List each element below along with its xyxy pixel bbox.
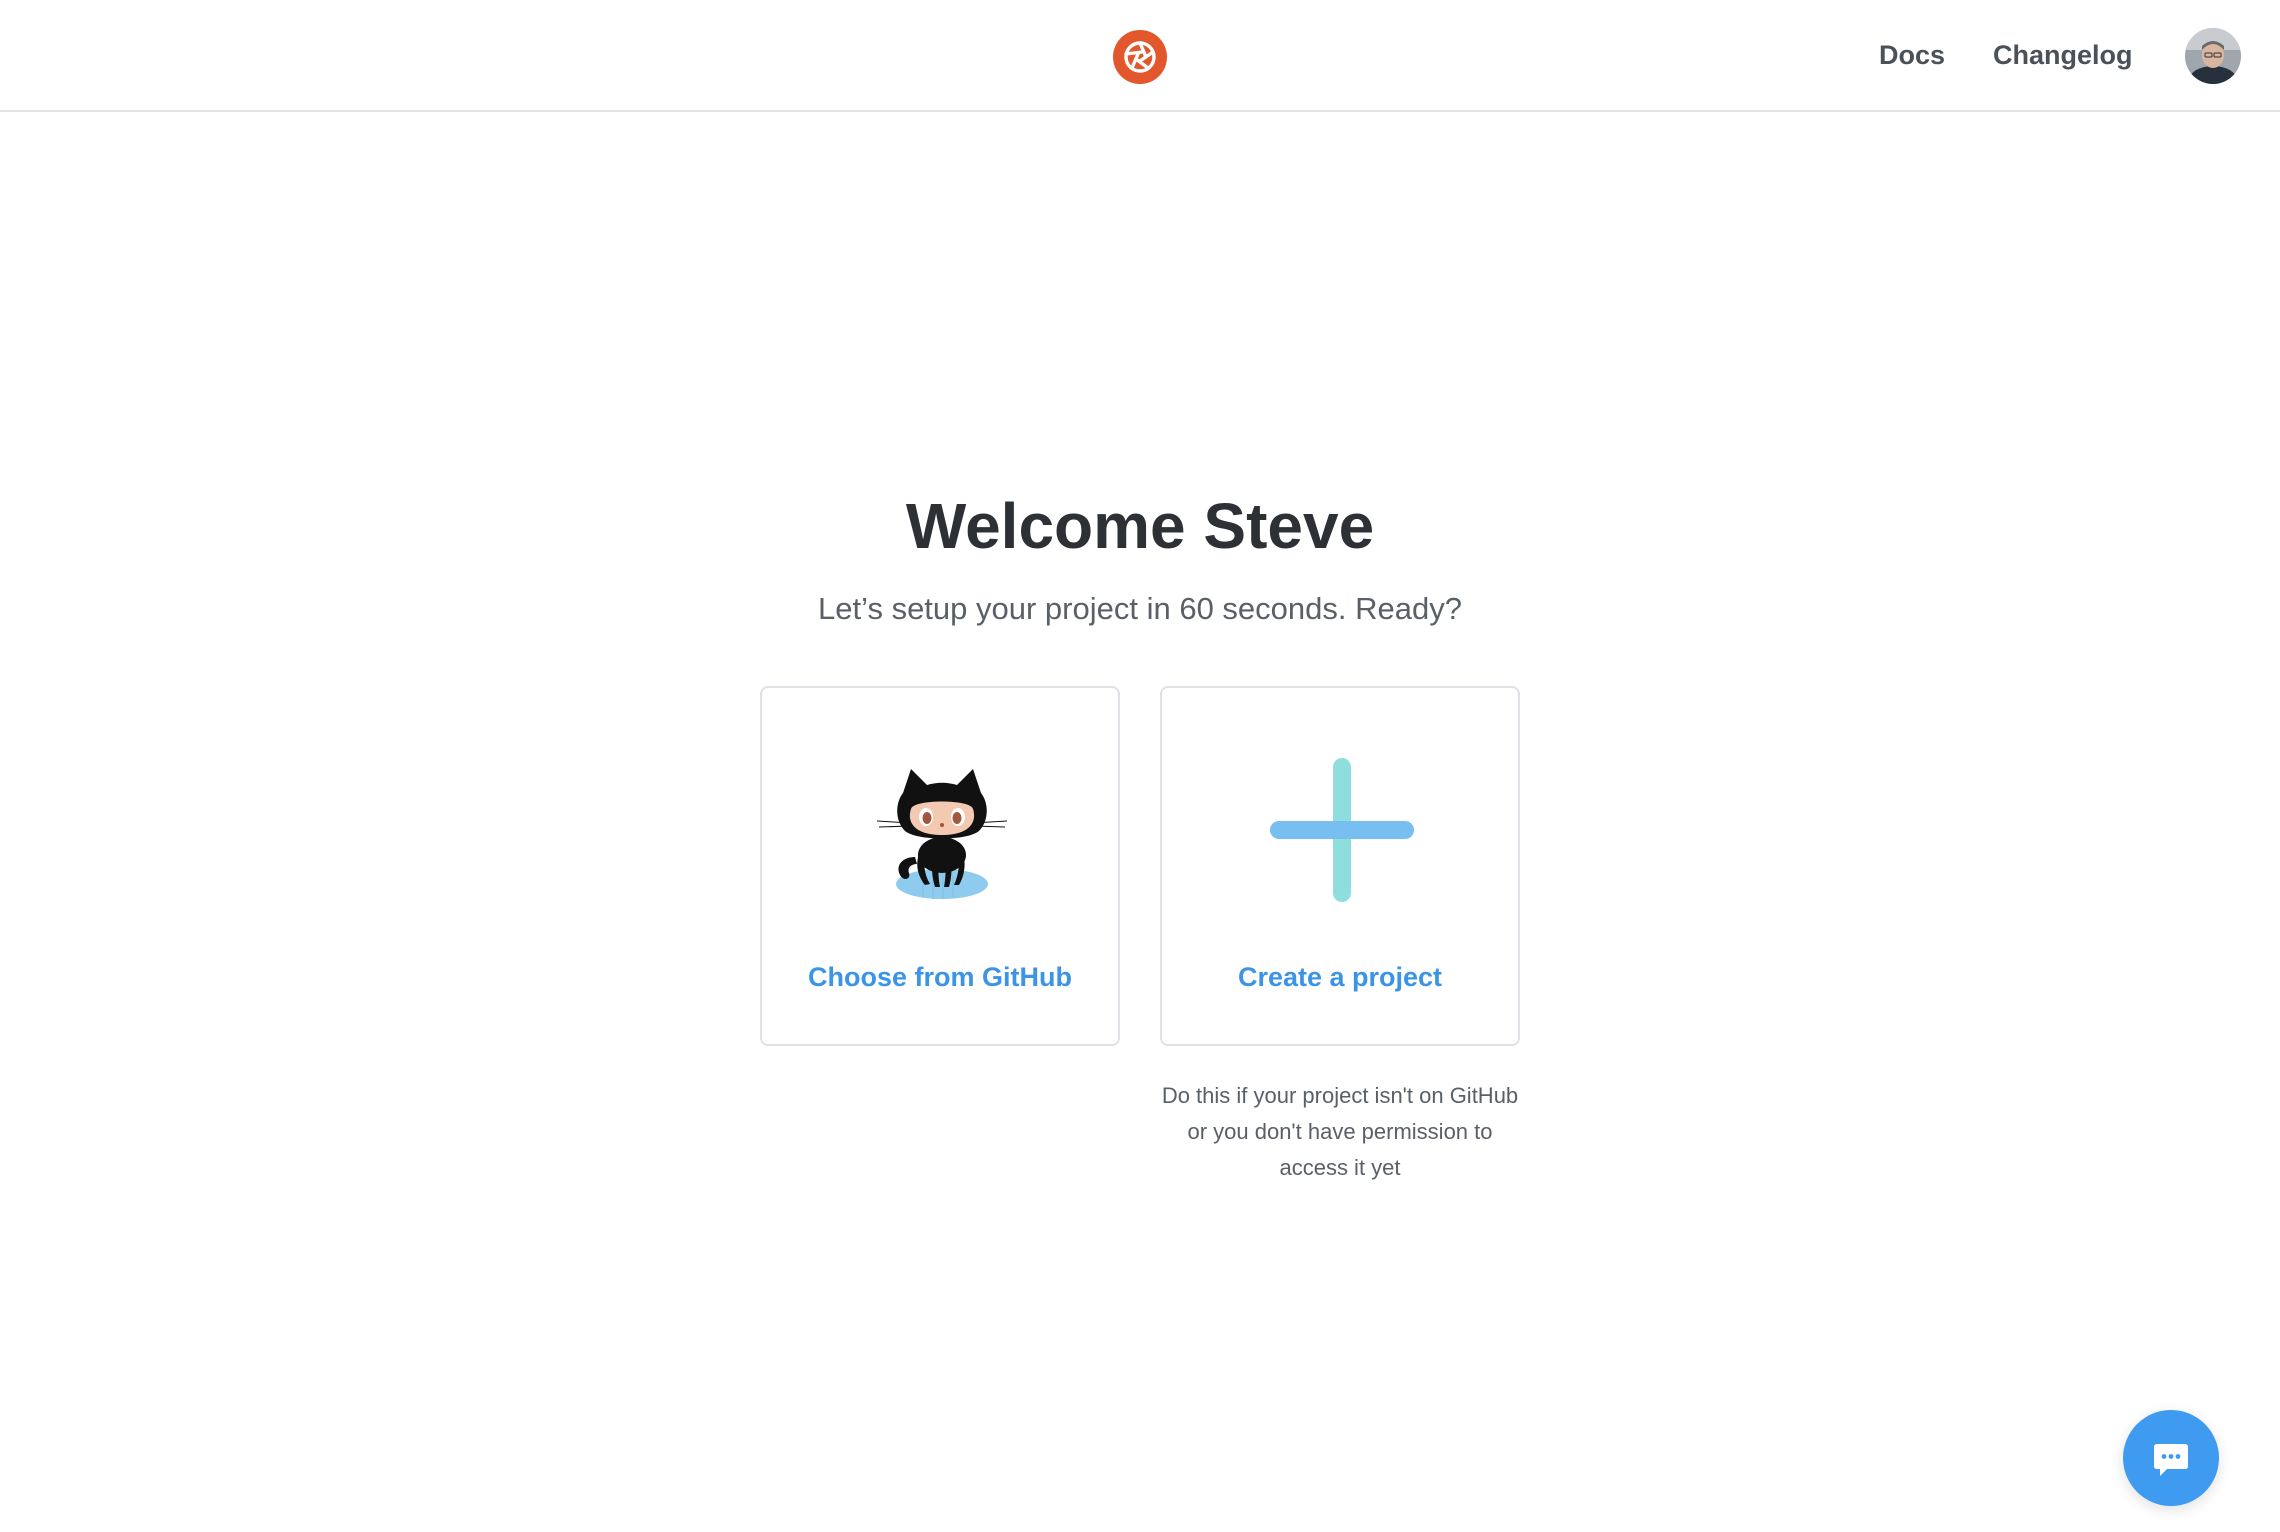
create-project-hint: Do this if your project isn't on GitHub … [1161,1083,1519,1180]
brand-logo-icon[interactable] [1113,30,1167,84]
plus-icon [1267,758,1417,908]
octocat-icon [867,763,1017,913]
choose-from-github-label[interactable]: Choose from GitHub [762,960,1118,994]
top-navigation-bar: Docs Changelog [0,0,2280,112]
nav-docs-link[interactable]: Docs [1879,38,1945,72]
chat-widget-button[interactable] [2123,1410,2219,1506]
choose-from-github-card[interactable]: Choose from GitHub [760,686,1120,1046]
user-avatar[interactable] [2185,28,2241,84]
create-project-card[interactable]: Create a project [1160,686,1520,1046]
page-subtitle: Let’s setup your project in 60 seconds. … [818,591,1462,626]
page-title: Welcome Steve [905,490,1375,562]
nav-changelog-link[interactable]: Changelog [1993,38,2133,72]
chat-icon [2154,1444,2188,1476]
create-project-label[interactable]: Create a project [1162,960,1518,994]
